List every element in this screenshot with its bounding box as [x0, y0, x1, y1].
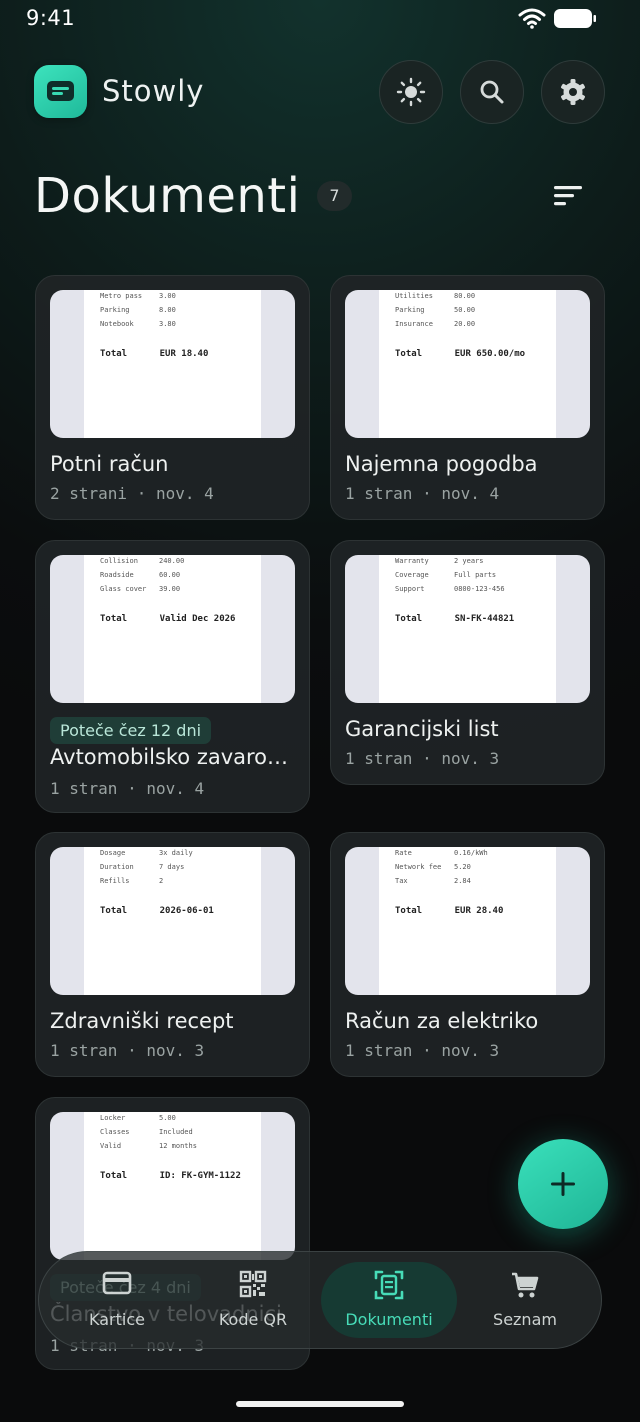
qr-code-icon [239, 1270, 267, 1298]
app-title: Stowly [102, 74, 205, 108]
receipt-line: Valid 12 months [100, 1142, 197, 1150]
battery-icon [554, 9, 596, 28]
nav-item-kartice[interactable]: Kartice [49, 1262, 185, 1338]
document-thumbnail: Rate 0.16/kWh Network fee 5.20 Tax 2.84 … [345, 847, 590, 995]
document-thumbnail: Dosage 3x daily Duration 7 days Refills … [50, 847, 295, 995]
receipt-preview: Metro pass 3.00 Parking 8.00 Notebook 3.… [84, 290, 261, 438]
credit-card-icon [102, 1271, 132, 1295]
receipt-total: Total SN-FK-44821 [395, 614, 515, 624]
app-bar: Stowly [0, 58, 640, 128]
add-document-button[interactable] [518, 1139, 608, 1229]
receipt-line: Dosage 3x daily [100, 849, 193, 857]
nav-label: Kode QR [218, 1310, 288, 1329]
document-card[interactable]: Collision 240.00 Roadside 60.00 Glass co… [35, 540, 310, 813]
document-thumbnail: Warranty 2 years Coverage Full parts Sup… [345, 555, 590, 703]
nav-label: Kartice [89, 1310, 145, 1329]
document-card[interactable]: Warranty 2 years Coverage Full parts Sup… [330, 540, 605, 785]
receipt-line: Network fee 5.20 [395, 863, 471, 871]
receipt-total: Total EUR 650.00/mo [395, 349, 526, 359]
settings-button[interactable] [541, 60, 605, 124]
document-card[interactable]: Utilities 80.00 Parking 50.00 Insurance … [330, 275, 605, 520]
receipt-total: Total ID: FK-GYM-1122 [100, 1171, 241, 1181]
document-meta: 1 stran · nov. 4 [345, 484, 500, 503]
receipt-line: Tax 2.84 [395, 877, 471, 885]
sort-icon[interactable] [552, 184, 584, 210]
status-time: 9:41 [26, 6, 76, 30]
bottom-navigation: Kartice Kode QR Dokumenti Seznam [38, 1251, 602, 1349]
document-title: Najemna pogodba [345, 452, 538, 476]
document-thumbnail: Utilities 80.00 Parking 50.00 Insurance … [345, 290, 590, 438]
receipt-line: Classes Included [100, 1128, 193, 1136]
receipt-line: Parking 50.00 [395, 306, 476, 314]
search-icon [480, 80, 504, 104]
app-logo-icon [34, 65, 87, 118]
document-meta: 1 stran · nov. 3 [345, 1041, 500, 1060]
receipt-line: Insurance 20.00 [395, 320, 476, 328]
receipt-line: Notebook 3.80 [100, 320, 176, 328]
document-count-badge: 7 [317, 181, 352, 211]
receipt-line: Warranty 2 years [395, 557, 484, 565]
document-thumbnail: Collision 240.00 Roadside 60.00 Glass co… [50, 555, 295, 703]
search-button[interactable] [460, 60, 524, 124]
receipt-line: Utilities 80.00 [395, 292, 476, 300]
receipt-line: Locker 5.00 [100, 1114, 176, 1122]
document-meta: 1 stran · nov. 3 [50, 1041, 205, 1060]
document-scan-icon [374, 1270, 404, 1300]
receipt-total: Total Valid Dec 2026 [100, 614, 236, 624]
gear-icon [561, 79, 585, 105]
document-meta: 1 stran · nov. 4 [50, 779, 205, 798]
document-title: Račun za elektriko [345, 1009, 539, 1033]
home-indicator [236, 1401, 404, 1407]
receipt-line: Metro pass 3.00 [100, 292, 176, 300]
nav-label: Dokumenti [345, 1310, 433, 1329]
document-thumbnail: Metro pass 3.00 Parking 8.00 Notebook 3.… [50, 290, 295, 438]
receipt-preview: Warranty 2 years Coverage Full parts Sup… [379, 555, 556, 703]
receipt-total: Total EUR 28.40 [395, 906, 504, 916]
page-title: Dokumenti [34, 168, 301, 224]
document-meta: 1 stran · nov. 3 [345, 749, 500, 768]
nav-item-seznam[interactable]: Seznam [457, 1262, 593, 1338]
expiry-badge: Poteče čez 12 dni [50, 717, 212, 744]
receipt-preview: Locker 5.00 Classes Included Valid 12 mo… [84, 1112, 261, 1260]
receipt-preview: Collision 240.00 Roadside 60.00 Glass co… [84, 555, 261, 703]
sun-icon [396, 77, 426, 107]
receipt-line: Rate 0.16/kWh [395, 849, 488, 857]
nav-item-dokumenti[interactable]: Dokumenti [321, 1262, 457, 1338]
document-card[interactable]: Dosage 3x daily Duration 7 days Refills … [35, 832, 310, 1077]
plus-icon [551, 1172, 575, 1196]
receipt-line: Coverage Full parts [395, 571, 497, 579]
receipt-total: Total 2026-06-01 [100, 906, 214, 916]
receipt-preview: Dosage 3x daily Duration 7 days Refills … [84, 847, 261, 995]
document-card[interactable]: Rate 0.16/kWh Network fee 5.20 Tax 2.84 … [330, 832, 605, 1077]
document-title: Garancijski list [345, 717, 499, 741]
receipt-line: Glass cover 39.00 [100, 585, 181, 593]
receipt-line: Duration 7 days [100, 863, 185, 871]
document-meta: 2 strani · nov. 4 [50, 484, 214, 503]
shopping-cart-icon [512, 1272, 539, 1298]
document-title: Avtomobilsko zavarovanje [50, 745, 295, 769]
theme-toggle-button[interactable] [379, 60, 443, 124]
receipt-total: Total EUR 18.40 [100, 349, 209, 359]
nav-item-kode-qr[interactable]: Kode QR [185, 1262, 321, 1338]
document-card[interactable]: Metro pass 3.00 Parking 8.00 Notebook 3.… [35, 275, 310, 520]
receipt-line: Support 0800-123-456 [395, 585, 505, 593]
wifi-icon [518, 8, 546, 29]
document-title: Potni račun [50, 452, 169, 476]
page-header: Dokumenti 7 [34, 168, 614, 228]
nav-label: Seznam [493, 1310, 557, 1329]
status-bar: 9:41 [0, 0, 640, 40]
document-title: Zdravniški recept [50, 1009, 234, 1033]
receipt-line: Parking 8.00 [100, 306, 176, 314]
receipt-line: Collision 240.00 [100, 557, 185, 565]
document-thumbnail: Locker 5.00 Classes Included Valid 12 mo… [50, 1112, 295, 1260]
receipt-line: Roadside 60.00 [100, 571, 181, 579]
receipt-line: Refills 2 [100, 877, 164, 885]
receipt-preview: Rate 0.16/kWh Network fee 5.20 Tax 2.84 … [379, 847, 556, 995]
receipt-preview: Utilities 80.00 Parking 50.00 Insurance … [379, 290, 556, 438]
